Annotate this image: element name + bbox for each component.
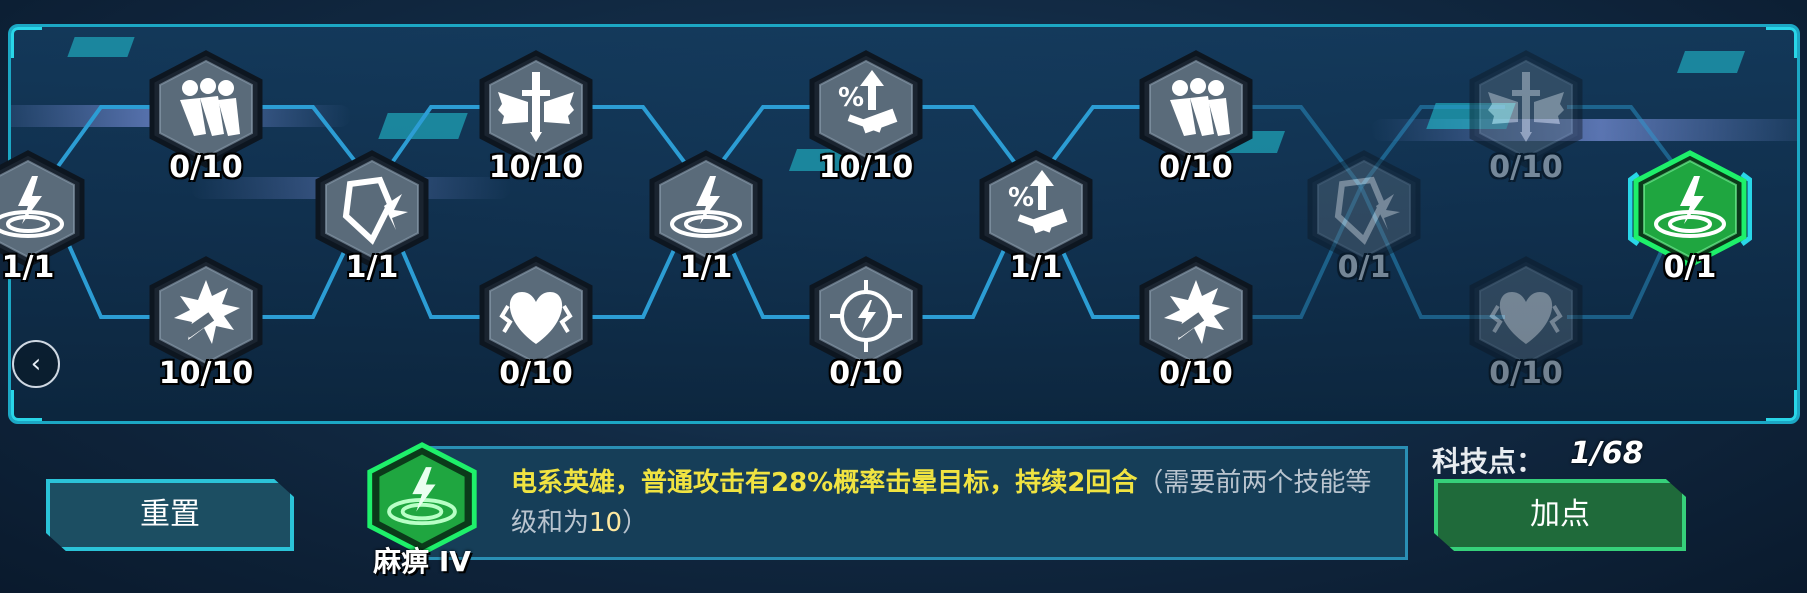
panel-corner <box>1766 27 1797 58</box>
tech-points-value: 1/68 <box>1570 436 1644 471</box>
skill-requirement-end: ） <box>622 508 649 538</box>
skill-node[interactable]: 0/10 <box>1464 256 1588 391</box>
skill-node[interactable]: 0/10 <box>1134 50 1258 185</box>
skill-level: 1/1 <box>679 250 733 285</box>
skill-level: 0/10 <box>1489 356 1563 391</box>
skill-level: 10/10 <box>818 150 914 185</box>
skill-node[interactable]: 0/10 <box>1464 50 1588 185</box>
skill-level: 10/10 <box>158 356 254 391</box>
skill-node[interactable]: 0/1 <box>1302 150 1426 285</box>
panel-corner <box>11 390 42 421</box>
skill-node[interactable]: 10/10 <box>474 50 598 185</box>
skill-level: 0/1 <box>1337 250 1391 285</box>
skill-description: 电系英雄，普通攻击有28%概率击晕目标，持续2回合（需要前两个技能等级和为10） <box>511 463 1391 543</box>
skill-level: 0/10 <box>1159 356 1233 391</box>
skill-node[interactable]: 1/1 <box>644 150 768 285</box>
reset-button[interactable]: 重置 <box>46 479 294 551</box>
skill-level: 0/10 <box>1489 150 1563 185</box>
skill-node[interactable]: 0/10 <box>804 256 928 391</box>
skill-level: 10/10 <box>488 150 584 185</box>
skill-level: 1/1 <box>345 250 399 285</box>
skill-level: 0/1 <box>1663 250 1717 285</box>
skill-node[interactable]: 0/10 <box>144 50 268 185</box>
panel-corner <box>11 27 42 58</box>
skill-requirement-value: 10 <box>589 508 623 538</box>
selected-skill-name: 麻痹 IV <box>373 545 471 578</box>
skill-node[interactable]: 10/10 <box>144 256 268 391</box>
skill-node[interactable]: 0/10 <box>1134 256 1258 391</box>
skill-node[interactable]: % 1/1 <box>974 150 1098 285</box>
skill-level: 1/1 <box>1009 250 1063 285</box>
skill-node[interactable]: 0/10 <box>474 256 598 391</box>
svg-text:%: % <box>838 83 864 113</box>
skill-node[interactable]: 0/1 <box>1628 150 1752 285</box>
svg-text:%: % <box>1008 183 1034 213</box>
skill-node[interactable]: % 10/10 <box>804 50 928 185</box>
skill-level: 0/10 <box>499 356 573 391</box>
skill-level: 0/10 <box>169 150 243 185</box>
skill-level: 0/10 <box>1159 150 1233 185</box>
scroll-left-button[interactable]: ‹ <box>12 340 60 388</box>
skill-level: 0/10 <box>829 356 903 391</box>
skill-description-main: 电系英雄，普通攻击有28%概率击晕目标，持续2回合 <box>511 468 1138 498</box>
skill-description-panel: 电系英雄，普通攻击有28%概率击晕目标，持续2回合（需要前两个技能等级和为10） <box>420 446 1408 560</box>
skill-node[interactable]: 1/1 <box>310 150 434 285</box>
skill-level: 1/1 <box>1 250 55 285</box>
tech-points-label: 科技点： <box>1432 445 1545 478</box>
add-point-button[interactable]: 加点 <box>1434 479 1686 551</box>
chevron-left-icon: ‹ <box>30 349 42 379</box>
panel-corner <box>1766 390 1797 421</box>
skill-node[interactable]: 1/1 <box>0 150 90 285</box>
